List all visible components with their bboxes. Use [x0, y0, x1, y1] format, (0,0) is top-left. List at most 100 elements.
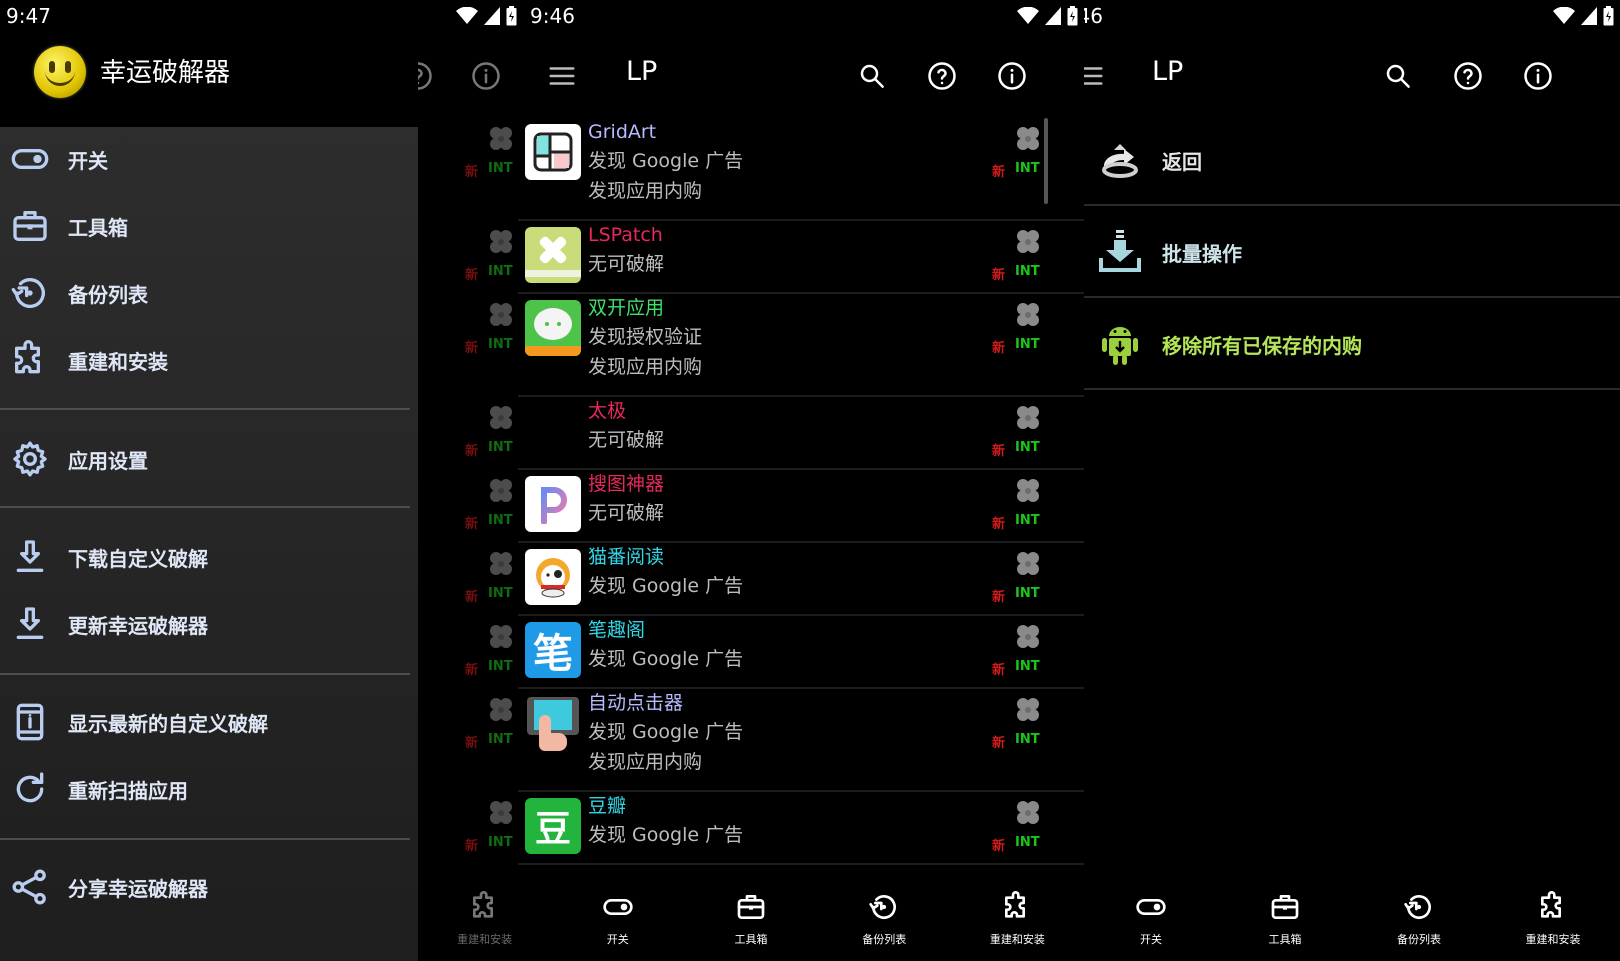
- status-badges: 新 INT: [465, 732, 513, 751]
- divider: [1084, 296, 1620, 298]
- nav-item-toggle[interactable]: 开关: [551, 881, 684, 961]
- drawer-item-share[interactable]: 分享幸运破解器: [0, 857, 418, 917]
- drawer-item-download[interactable]: 下载自定义破解: [0, 527, 418, 587]
- download-icon: [2, 529, 58, 585]
- app-text: 双开应用 发现授权验证 发现应用内购: [588, 294, 702, 382]
- app-list-item[interactable]: 新 INT 新 INT 豆豆瓣 发现 Google 广告: [418, 792, 1084, 865]
- clover-icon: [1013, 403, 1043, 433]
- app-icon[interactable]: 豆: [525, 798, 581, 854]
- nav-item-puzzle[interactable]: 重建和安装: [418, 881, 551, 961]
- context-menu-label: 移除所有已保存的内购: [1162, 333, 1362, 358]
- app-icon[interactable]: [525, 476, 581, 532]
- app-status-line: 无可破解: [588, 253, 665, 275]
- app-text: LSPatch 无可破解: [588, 221, 664, 279]
- drawer-item-toolbox[interactable]: 工具箱: [0, 196, 418, 256]
- status-bar: 9:47: [0, 0, 418, 32]
- app-status-line: 发现应用内购: [588, 751, 703, 773]
- nav-item-puzzle[interactable]: 重建和安装: [1486, 881, 1620, 961]
- toggle-icon: [1135, 891, 1167, 927]
- drawer-item-info-card[interactable]: 显示最新的自定义破解: [0, 692, 418, 752]
- drawer-item-download[interactable]: 更新幸运破解器: [0, 594, 418, 654]
- nav-item-label: 重建和安装: [1525, 933, 1581, 946]
- clover-icon: [1013, 622, 1043, 652]
- app-list-item[interactable]: 新 INT 新 INT GridArt 发现 Google 广告 发现应用内购: [418, 118, 1084, 221]
- drawer-item-gear[interactable]: 应用设置: [0, 429, 418, 489]
- status-icons: [1553, 6, 1614, 26]
- context-menu-item[interactable]: 批量操作: [1084, 208, 1620, 296]
- app-text: GridArt 发现 Google 广告 发现应用内购: [588, 118, 743, 206]
- nav-item-toolbox[interactable]: 工具箱: [684, 881, 817, 961]
- drawer-item-label: 下载自定义破解: [68, 546, 208, 571]
- app-icon[interactable]: 笔: [525, 622, 581, 678]
- info-icon[interactable]: [1520, 58, 1556, 94]
- divider: [0, 506, 410, 508]
- puzzle-icon: [469, 891, 501, 927]
- app-icon[interactable]: [525, 549, 581, 605]
- badge-int: INT: [1015, 264, 1040, 279]
- app-icon[interactable]: [525, 124, 581, 180]
- badge-new: 新: [465, 165, 479, 180]
- status-icons: [456, 6, 517, 26]
- toolbox-icon: [1269, 891, 1301, 927]
- menu-icon[interactable]: [544, 58, 580, 94]
- status-icons: [1017, 6, 1078, 26]
- app-list-item[interactable]: 新 INT 新 INT 搜图神器 无可破解: [418, 470, 1084, 543]
- divider: [1084, 388, 1620, 390]
- status-badges: 新 INT: [992, 835, 1040, 854]
- context-menu-item[interactable]: 返回: [1084, 116, 1620, 204]
- badge-new: 新: [465, 590, 479, 605]
- app-list-item[interactable]: 新 INT 新 INT 笔笔趣阁 发现 Google 广告: [418, 616, 1084, 689]
- wifi-icon: [1017, 7, 1039, 24]
- help-icon[interactable]: [1450, 58, 1486, 94]
- search-icon[interactable]: [1380, 58, 1416, 94]
- app-status-line: 无可破解: [588, 502, 665, 524]
- badge-int: INT: [488, 337, 513, 352]
- drawer-item-toggle[interactable]: 开关: [0, 129, 418, 189]
- info-icon[interactable]: [468, 58, 504, 94]
- clover-icon: [486, 403, 516, 433]
- app-icon[interactable]: [525, 695, 581, 751]
- status-badges: 新 INT: [992, 732, 1040, 751]
- badge-int: INT: [488, 513, 513, 528]
- app-icon[interactable]: [525, 227, 581, 283]
- drawer-header: 幸运破解器: [0, 36, 418, 126]
- search-icon[interactable]: [854, 58, 890, 94]
- info-icon[interactable]: [994, 58, 1030, 94]
- nav-item-backup-restore[interactable]: 备份列表: [1352, 881, 1486, 961]
- context-menu-item[interactable]: 移除所有已保存的内购: [1084, 300, 1620, 388]
- app-list-item[interactable]: 新 INT 新 INT 自动点击器 发现 Google 广告 发现应用内购: [418, 689, 1084, 792]
- badge-new: 新: [465, 444, 479, 459]
- status-bar: 9:46: [418, 0, 1084, 32]
- badge-int: INT: [488, 835, 513, 850]
- help-icon[interactable]: [924, 58, 960, 94]
- toggle-icon: [2, 131, 58, 187]
- menu-icon[interactable]: [1084, 58, 1108, 94]
- divider: [1084, 204, 1620, 206]
- nav-item-toolbox[interactable]: 工具箱: [1218, 881, 1352, 961]
- app-list-item[interactable]: 新 INT 新 INT LSPatch 无可破解: [418, 221, 1084, 294]
- badge-int: INT: [1015, 161, 1040, 176]
- badge-int: INT: [1015, 337, 1040, 352]
- app-text: 笔趣阁 发现 Google 广告: [588, 616, 743, 674]
- app-list-item[interactable]: 新 INT 新 INT 猫番阅读 发现 Google 广告: [418, 543, 1084, 616]
- drawer-item-puzzle[interactable]: 重建和安装: [0, 330, 418, 390]
- badge-new: 新: [992, 736, 1006, 751]
- drawer-item-refresh[interactable]: 重新扫描应用: [0, 759, 418, 819]
- app-icon[interactable]: [525, 300, 581, 356]
- nav-item-label: 开关: [606, 933, 629, 946]
- status-badges: 新 INT: [465, 513, 513, 532]
- nav-item-backup-restore[interactable]: 备份列表: [818, 881, 951, 961]
- toolbox-icon: [2, 198, 58, 254]
- nav-item-puzzle[interactable]: 重建和安装: [951, 881, 1084, 961]
- app-text: 自动点击器 发现 Google 广告 发现应用内购: [588, 689, 743, 777]
- signal-icon: [1045, 7, 1061, 25]
- nav-item-toggle[interactable]: 开关: [1084, 881, 1218, 961]
- app-list-item[interactable]: 新 INT 新 INT 太极 无可破解: [418, 397, 1084, 470]
- status-badges: 新 INT: [465, 161, 513, 180]
- scrollbar[interactable]: [1044, 118, 1048, 204]
- app-name: 笔趣阁: [588, 619, 646, 641]
- app-text: 豆瓣 发现 Google 广告: [588, 792, 743, 850]
- app-list-item[interactable]: 新 INT 新 INT 双开应用 发现授权验证 发现应用内购: [418, 294, 1084, 397]
- help-icon[interactable]: [418, 58, 436, 94]
- drawer-item-backup-restore[interactable]: 备份列表: [0, 263, 418, 323]
